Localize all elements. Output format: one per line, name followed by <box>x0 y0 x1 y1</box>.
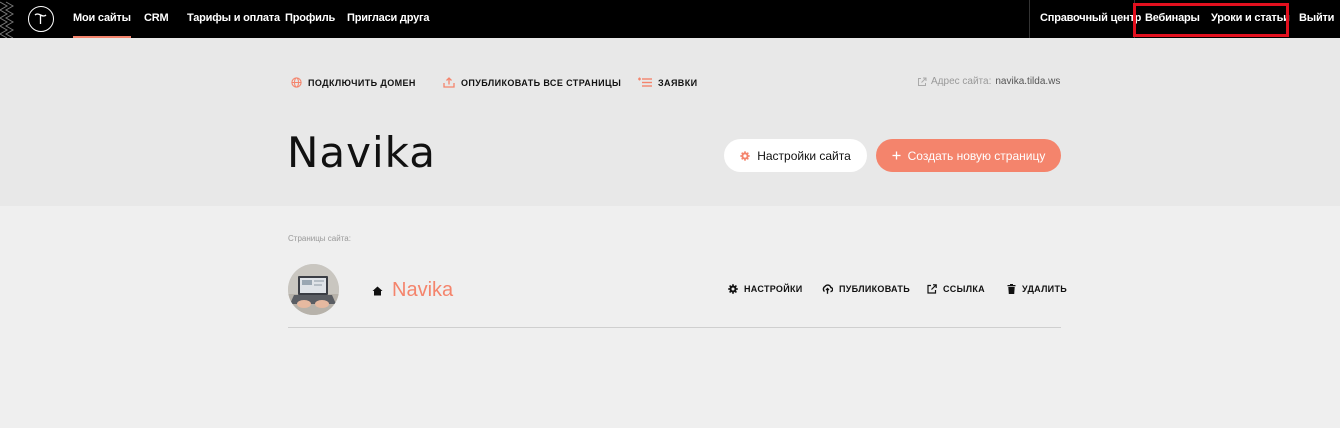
site-address-label: Адрес сайта: <box>931 76 992 87</box>
external-link-icon <box>918 77 927 86</box>
list-icon <box>638 77 652 87</box>
laptop-photo-image <box>288 264 339 315</box>
nav-invite-friend[interactable]: Пригласи друга <box>347 0 430 38</box>
site-title: Navika <box>287 128 437 177</box>
site-address-link[interactable]: navika.tilda.ws <box>995 76 1060 87</box>
nav-tariffs[interactable]: Тарифы и оплата <box>187 0 280 38</box>
page-link-label: Ссылка <box>943 284 985 294</box>
site-header-panel <box>0 38 1340 206</box>
create-page-button[interactable]: Создать новую страницу <box>876 139 1061 172</box>
nav-my-sites[interactable]: Мои сайты <box>73 0 131 38</box>
tilda-logo-icon[interactable] <box>28 6 54 32</box>
publish-all-label: Опубликовать все страницы <box>461 77 622 88</box>
page-thumbnail[interactable] <box>288 264 339 315</box>
pages-section-label: Страницы сайта: <box>288 234 351 243</box>
upload-icon <box>443 77 455 88</box>
highlight-annotation-box <box>1133 3 1289 37</box>
nav-logout[interactable]: Выйти <box>1299 0 1334 38</box>
page-title-link[interactable]: Navika <box>372 279 453 302</box>
nav-help-center[interactable]: Справочный центр <box>1040 0 1141 38</box>
trash-icon <box>1007 284 1016 294</box>
connect-domain-label: Подключить домен <box>308 77 416 88</box>
globe-icon <box>291 77 302 88</box>
external-link-icon <box>927 284 937 294</box>
page-publish-button[interactable]: Публиковать <box>822 284 910 294</box>
page-title-text: Navika <box>392 279 454 301</box>
nav-crm[interactable]: CRM <box>144 0 169 38</box>
home-icon <box>372 286 383 295</box>
requests-button[interactable]: Заявки <box>637 77 697 88</box>
page-settings-button[interactable]: Настройки <box>728 284 803 294</box>
page-link-button[interactable]: Ссылка <box>927 284 985 294</box>
site-settings-label: Настройки сайта <box>757 148 851 163</box>
site-settings-button[interactable]: Настройки сайта <box>724 139 867 172</box>
nav-divider <box>1029 0 1030 38</box>
connect-domain-button[interactable]: Подключить домен <box>291 77 416 88</box>
page-row-divider <box>288 327 1061 328</box>
publish-all-button[interactable]: Опубликовать все страницы <box>443 77 621 88</box>
plus-icon <box>892 151 901 160</box>
gear-icon <box>728 284 738 294</box>
requests-label: Заявки <box>658 77 698 88</box>
page-delete-button[interactable]: Удалить <box>1007 284 1067 294</box>
publish-icon <box>822 284 833 294</box>
site-address: Адрес сайта: navika.tilda.ws <box>917 76 1060 87</box>
create-page-label: Создать новую страницу <box>907 148 1046 163</box>
nav-profile[interactable]: Профиль <box>285 0 335 38</box>
page-publish-label: Публиковать <box>839 284 910 294</box>
zigzag-decoration-icon <box>0 1 14 38</box>
page-settings-label: Настройки <box>744 284 803 294</box>
gear-icon <box>740 150 750 161</box>
page-delete-label: Удалить <box>1022 284 1068 294</box>
